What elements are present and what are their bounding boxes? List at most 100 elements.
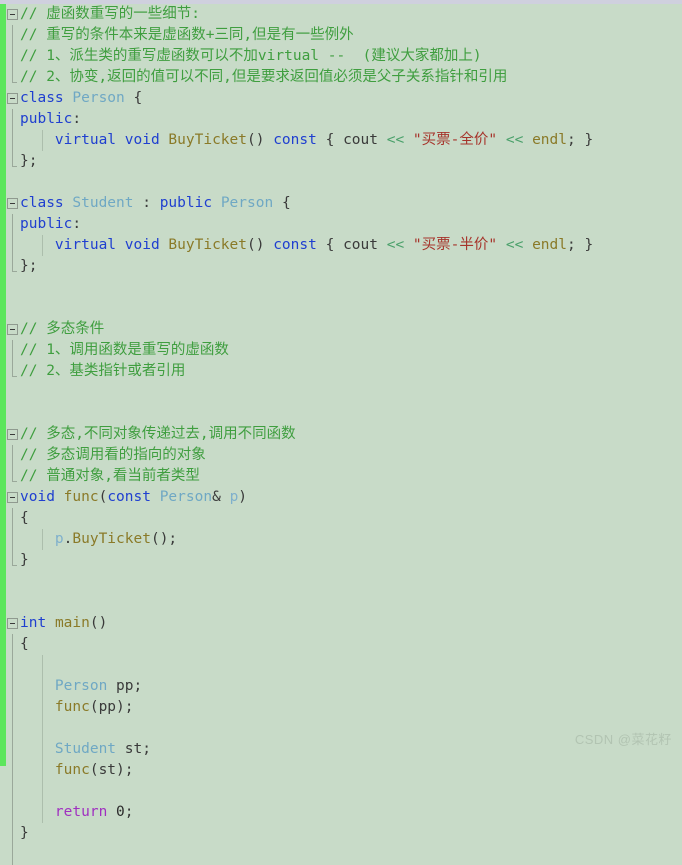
code-line[interactable]: }; <box>0 151 682 172</box>
code-line[interactable]: class Student : public Person { <box>0 193 682 214</box>
code-line[interactable]: public: <box>0 214 682 235</box>
code-line[interactable] <box>0 781 682 802</box>
fold-collapse-icon[interactable] <box>7 9 18 20</box>
code-token: public <box>20 216 73 232</box>
code-line[interactable]: virtual void BuyTicket() const { cout <<… <box>0 130 682 151</box>
code-token: Person <box>159 489 213 505</box>
code-line[interactable]: // 多态调用看的指向的对象 <box>0 445 682 466</box>
code-token: & <box>212 489 230 505</box>
code-token: ( <box>89 699 99 715</box>
code-token: int <box>20 615 47 631</box>
code-token: 0 <box>116 804 125 820</box>
code-token: ); <box>116 699 134 715</box>
code-token: // 1、派生类的重写虚函数可以不加virtual -- (建议大家都加上) <box>20 48 482 64</box>
code-line[interactable]: }; <box>0 256 682 277</box>
code-line[interactable] <box>0 655 682 676</box>
code-line[interactable]: virtual void BuyTicket() const { cout <<… <box>0 235 682 256</box>
code-token: class <box>20 90 64 106</box>
code-line[interactable]: p.BuyTicket(); <box>0 529 682 550</box>
code-line[interactable]: // 普通对象,看当前者类型 <box>0 466 682 487</box>
code-line[interactable]: // 多态,不同对象传递过去,调用不同函数 <box>0 424 682 445</box>
code-token: ); <box>116 762 134 778</box>
code-line[interactable] <box>0 382 682 403</box>
code-token: void <box>124 132 160 148</box>
code-token: { <box>316 132 344 148</box>
code-editor[interactable]: // 虚函数重写的一些细节: // 重写的条件本来是虚函数+三同,但是有一些例外 /… <box>0 0 682 865</box>
code-line[interactable] <box>0 592 682 613</box>
code-content[interactable]: // 虚函数重写的一些细节: // 重写的条件本来是虚函数+三同,但是有一些例外 /… <box>0 4 682 865</box>
code-token: const <box>273 237 317 253</box>
code-token: BuyTicket <box>72 531 151 547</box>
code-line[interactable]: } <box>0 823 682 844</box>
code-line[interactable]: func(st); <box>0 760 682 781</box>
code-line[interactable]: { <box>0 634 682 655</box>
code-token: endl <box>532 237 567 253</box>
code-token: void <box>124 237 160 253</box>
code-token: << <box>386 132 405 148</box>
code-token: ( <box>89 762 99 778</box>
code-line[interactable] <box>0 571 682 592</box>
code-token: { <box>20 510 29 526</box>
code-token: "买票-全价" <box>412 132 498 148</box>
code-line[interactable] <box>0 277 682 298</box>
watermark: CSDN @菜花籽 <box>574 732 672 747</box>
fold-collapse-icon[interactable] <box>7 198 18 209</box>
code-token: ; } <box>566 237 594 253</box>
code-line[interactable]: // 2、协变,返回的值可以不同,但是要求返回值必须是父子关系指针和引用 <box>0 67 682 88</box>
code-line[interactable]: } <box>0 550 682 571</box>
code-line[interactable]: { <box>0 508 682 529</box>
code-line[interactable] <box>0 403 682 424</box>
code-token: ; <box>133 678 143 694</box>
code-token: BuyTicket <box>168 237 247 253</box>
code-token: pp <box>98 699 117 715</box>
code-line[interactable]: // 1、调用函数是重写的虚函数 <box>0 340 682 361</box>
code-line[interactable] <box>0 298 682 319</box>
code-token: // 虚函数重写的一些细节: <box>20 6 200 22</box>
code-token: void <box>20 489 55 505</box>
code-line[interactable]: void func(const Person& p) <box>0 487 682 508</box>
code-line[interactable]: // 多态条件 <box>0 319 682 340</box>
code-token: virtual <box>54 237 117 253</box>
fold-collapse-icon[interactable] <box>7 93 18 104</box>
code-token: { <box>20 636 29 652</box>
code-line[interactable] <box>0 844 682 865</box>
code-line[interactable]: // 2、基类指针或者引用 <box>0 361 682 382</box>
code-token: << <box>505 237 524 253</box>
fold-collapse-icon[interactable] <box>7 429 18 440</box>
code-line[interactable]: Person pp; <box>0 676 682 697</box>
code-token: Person <box>54 678 108 694</box>
fold-collapse-icon[interactable] <box>7 324 18 335</box>
code-line[interactable] <box>0 172 682 193</box>
code-token: return <box>54 804 108 820</box>
code-token: { <box>316 237 344 253</box>
code-line[interactable]: class Person { <box>0 88 682 109</box>
code-token: // 多态,不同对象传递过去,调用不同函数 <box>20 426 296 442</box>
code-token: (); <box>150 531 178 547</box>
fold-collapse-icon[interactable] <box>7 618 18 629</box>
code-token: main <box>54 615 90 631</box>
code-token: st <box>98 762 117 778</box>
code-line[interactable]: func(pp); <box>0 697 682 718</box>
code-line[interactable]: int main() <box>0 613 682 634</box>
code-line[interactable]: // 虚函数重写的一些细节: <box>0 4 682 25</box>
code-line[interactable]: public: <box>0 109 682 130</box>
code-token: } <box>20 552 29 568</box>
code-line[interactable]: return 0; <box>0 802 682 823</box>
code-token: // 2、协变,返回的值可以不同,但是要求返回值必须是父子关系指针和引用 <box>20 69 508 85</box>
code-line[interactable]: // 1、派生类的重写虚函数可以不加virtual -- (建议大家都加上) <box>0 46 682 67</box>
code-token: ; } <box>566 132 594 148</box>
code-line[interactable]: // 重写的条件本来是虚函数+三同,但是有一些例外 <box>0 25 682 46</box>
fold-collapse-icon[interactable] <box>7 492 18 503</box>
code-token: Student <box>72 195 134 211</box>
